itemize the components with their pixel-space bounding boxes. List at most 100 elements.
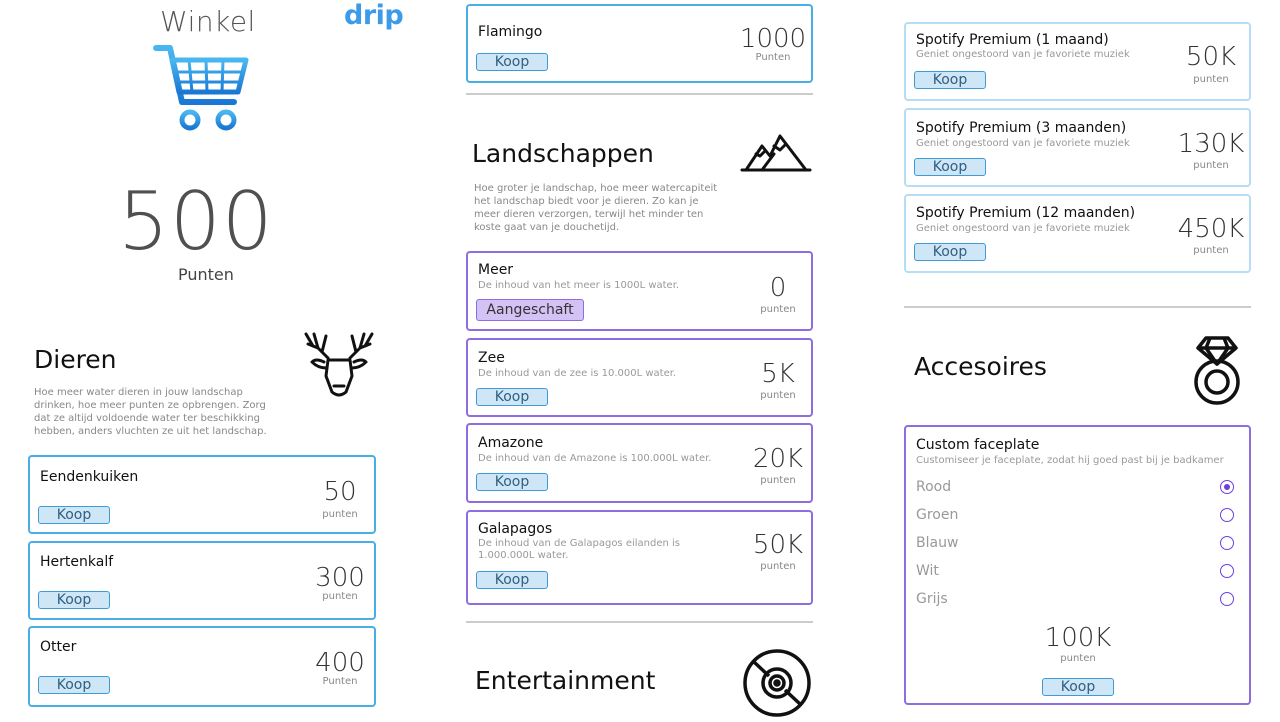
item-price-unit: punten: [1193, 245, 1229, 256]
radio-button[interactable]: [1220, 508, 1234, 522]
buy-button[interactable]: Koop: [1042, 678, 1114, 696]
deer-icon: [304, 328, 374, 404]
shop-title: Winkel: [160, 5, 256, 38]
item-desc: De inhoud van de zee is 10.000L water.: [478, 368, 677, 379]
buy-button[interactable]: Koop: [476, 388, 548, 406]
diamond-ring-icon: [1188, 334, 1246, 410]
item-price: 100K: [1044, 623, 1112, 653]
shop-item-zee: Zee De inhoud van de zee is 10.000L wate…: [466, 338, 813, 417]
item-desc: De inhoud van de Amazone is 100.000L wat…: [478, 453, 712, 464]
item-desc: Geniet ongestoord van je favoriete muzie…: [916, 138, 1130, 149]
color-option-label: Groen: [916, 507, 959, 523]
item-price: 130K: [1177, 129, 1245, 159]
color-option-label: Wit: [916, 563, 939, 579]
section-title-accessoires: Accesoires: [914, 352, 1047, 381]
item-name: Hertenkalf: [40, 554, 114, 570]
item-name: Flamingo: [478, 24, 543, 40]
item-name: Zee: [478, 350, 505, 366]
item-price-unit: punten: [322, 509, 358, 520]
item-name: Eendenkuiken: [40, 469, 139, 485]
item-price: 5K: [761, 359, 795, 389]
color-option-label: Rood: [916, 479, 952, 495]
shop-item-otter: Otter 400 Punten Koop: [28, 626, 376, 707]
shop-item-spotify-12: Spotify Premium (12 maanden) Geniet onge…: [904, 194, 1251, 273]
section-desc-dieren: Hoe meer water dieren in jouw landschap …: [34, 387, 267, 437]
divider: [466, 621, 813, 623]
item-name: Spotify Premium (12 maanden): [916, 205, 1136, 221]
radio-button[interactable]: [1220, 564, 1234, 578]
divider: [466, 93, 813, 95]
color-option-wit[interactable]: Wit: [916, 561, 1234, 583]
item-name: Spotify Premium (3 maanden): [916, 120, 1127, 136]
brand-logo: drip: [344, 0, 404, 31]
buy-button[interactable]: Koop: [476, 473, 548, 491]
item-name: Galapagos: [478, 521, 553, 537]
item-desc: De inhoud van het meer is 1000L water.: [478, 280, 680, 291]
item-price: 1000: [739, 24, 807, 54]
item-price-unit: punten: [1193, 160, 1229, 171]
shop-item-eendenkuiken: Eendenkuiken 50 punten Koop: [28, 455, 376, 534]
shop-item-spotify-3: Spotify Premium (3 maanden) Geniet onges…: [904, 108, 1251, 187]
mountain-icon: [740, 132, 812, 178]
item-price-unit: punten: [760, 390, 796, 401]
item-desc: Geniet ongestoord van je favoriete muzie…: [916, 223, 1130, 234]
section-title-dieren: Dieren: [34, 345, 117, 374]
item-price-unit: punten: [760, 561, 796, 572]
color-option-grijs[interactable]: Grijs: [916, 589, 1234, 611]
item-name: Amazone: [478, 435, 544, 451]
section-title-entertainment: Entertainment: [475, 666, 656, 695]
item-desc: De inhoud van de Galapagos eilanden is 1…: [478, 538, 681, 561]
item-desc: Geniet ongestoord van je favoriete muzie…: [916, 49, 1130, 60]
color-option-blauw[interactable]: Blauw: [916, 533, 1234, 555]
item-price-unit: punten: [1193, 74, 1229, 85]
item-price: 300: [315, 563, 365, 593]
radio-button[interactable]: [1220, 592, 1234, 606]
divider: [904, 306, 1251, 308]
item-price: 20K: [752, 444, 804, 474]
shop-item-flamingo: Flamingo 1000 Punten Koop: [466, 4, 813, 83]
item-price-unit: punten: [760, 304, 796, 315]
radio-button-selected[interactable]: [1220, 480, 1234, 494]
points-unit: Punten: [178, 265, 234, 284]
item-price: 450K: [1177, 214, 1245, 244]
buy-button[interactable]: Koop: [476, 571, 548, 589]
shop-item-galapagos: Galapagos De inhoud van de Galapagos eil…: [466, 510, 813, 605]
item-price-unit: Punten: [755, 52, 791, 63]
owned-button[interactable]: Aangeschaft: [476, 299, 584, 321]
item-name: Meer: [478, 262, 514, 278]
item-price: 50: [323, 477, 357, 507]
shop-item-amazone: Amazone De inhoud van de Amazone is 100.…: [466, 423, 813, 503]
buy-button[interactable]: Koop: [38, 676, 110, 694]
item-price-unit: punten: [1060, 653, 1096, 664]
buy-button[interactable]: Koop: [914, 71, 986, 89]
color-option-label: Grijs: [916, 591, 948, 607]
points-balance: 500: [118, 175, 274, 268]
item-price: 0: [769, 273, 787, 303]
cart-icon: [152, 42, 252, 138]
shop-item-hertenkalf: Hertenkalf 300 punten Koop: [28, 541, 376, 620]
item-desc: Customiseer je faceplate, zodat hij goed…: [916, 455, 1224, 466]
shop-item-meer: Meer De inhoud van het meer is 1000L wat…: [466, 251, 813, 331]
section-title-landschappen: Landschappen: [472, 139, 654, 168]
item-price-unit: punten: [322, 591, 358, 602]
item-price: 50K: [752, 530, 804, 560]
buy-button[interactable]: Koop: [914, 158, 986, 176]
section-desc-landschappen: Hoe groter je landschap, hoe meer waterc…: [474, 183, 718, 233]
item-name: Otter: [40, 639, 77, 655]
item-price-unit: punten: [760, 475, 796, 486]
item-name: Custom faceplate: [916, 437, 1040, 453]
shop-item-custom-faceplate: Custom faceplate Customiseer je faceplat…: [904, 425, 1251, 705]
item-price-unit: Punten: [322, 676, 358, 687]
shop-item-spotify-1: Spotify Premium (1 maand) Geniet ongesto…: [904, 22, 1251, 101]
item-price: 50K: [1185, 42, 1237, 72]
color-option-rood[interactable]: Rood: [916, 477, 1234, 499]
item-price: 400: [315, 648, 365, 678]
vinyl-record-icon: [742, 648, 812, 722]
radio-button[interactable]: [1220, 536, 1234, 550]
buy-button[interactable]: Koop: [476, 53, 548, 71]
buy-button[interactable]: Koop: [914, 243, 986, 261]
color-option-groen[interactable]: Groen: [916, 505, 1234, 527]
color-option-label: Blauw: [916, 535, 959, 551]
buy-button[interactable]: Koop: [38, 506, 110, 524]
buy-button[interactable]: Koop: [38, 591, 110, 609]
